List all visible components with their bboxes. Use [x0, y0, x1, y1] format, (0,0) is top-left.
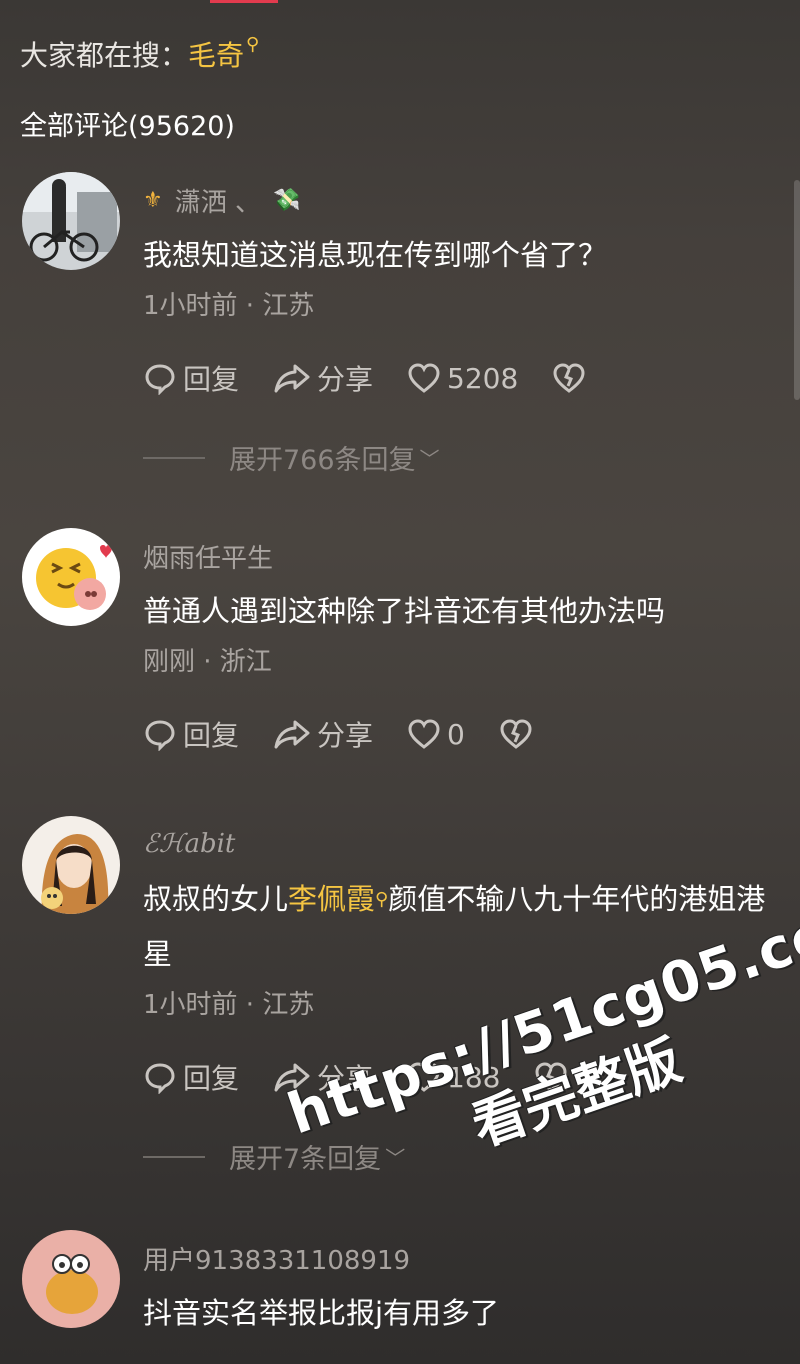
- like-button[interactable]: 188: [407, 1061, 500, 1094]
- reply-button[interactable]: 回复: [143, 1057, 239, 1097]
- comment-text-part: 叔叔的女儿: [143, 882, 289, 916]
- avatar[interactable]: [22, 172, 120, 270]
- share-icon: [274, 1063, 310, 1092]
- comment-meta: 刚刚 · 浙江: [143, 647, 272, 677]
- comment-text: 普通人遇到这种除了抖音还有其他办法吗: [143, 594, 666, 628]
- divider: [143, 456, 205, 459]
- mention-name[interactable]: 李佩霞: [288, 882, 375, 916]
- heart-icon: [408, 1062, 440, 1092]
- search-icon: ⚲: [246, 34, 260, 55]
- share-label: 分享: [317, 363, 374, 396]
- comment-user-line: 用户9138331108919: [143, 1240, 780, 1276]
- reply-icon: [145, 364, 175, 395]
- reply-button[interactable]: 回复: [143, 714, 239, 754]
- trending-search-prefix: 大家都在搜：: [20, 39, 189, 72]
- reply-button[interactable]: 回复: [143, 358, 239, 398]
- crown-badge-icon: ⚜: [143, 187, 163, 213]
- trending-search-term[interactable]: 毛奇: [188, 39, 244, 72]
- share-label: 分享: [317, 1062, 374, 1095]
- comment-username[interactable]: ℰℋabit: [143, 829, 235, 859]
- comment-user-line: 烟雨任平生: [143, 538, 780, 574]
- broken-heart-icon: [500, 719, 532, 749]
- avatar[interactable]: [22, 528, 120, 626]
- divider: [143, 1155, 205, 1158]
- reply-label: 回复: [183, 363, 240, 396]
- trending-search-link[interactable]: 毛奇 ⚲: [188, 34, 259, 72]
- like-count: 5208: [447, 361, 519, 395]
- comment-username[interactable]: 用户9138331108919: [143, 1240, 410, 1277]
- comment-text: 叔叔的女儿李佩霞⚲颜值不输八九十年代的港姐港星: [143, 872, 780, 982]
- comment-username[interactable]: 潇洒 、: [175, 182, 261, 219]
- comment-actions: 回复 分享 188: [143, 1057, 780, 1097]
- chevron-down-icon: ﹀: [385, 1146, 406, 1170]
- dislike-button[interactable]: [499, 718, 533, 750]
- expand-replies-button[interactable]: 展开7条回复 ﹀: [143, 1137, 780, 1176]
- top-accent-bar: [210, 0, 278, 3]
- broken-heart-icon: [553, 363, 585, 393]
- expand-replies-button[interactable]: 展开766条回复 ﹀: [143, 438, 780, 477]
- heart-icon: [408, 719, 440, 749]
- search-icon: ⚲: [375, 889, 389, 910]
- comment-meta: 1小时前 · 江苏: [143, 990, 315, 1020]
- reply-label: 回复: [183, 1062, 240, 1095]
- like-count: 188: [447, 1060, 501, 1094]
- mention-link[interactable]: 李佩霞⚲: [288, 882, 388, 916]
- share-button[interactable]: 分享: [273, 1057, 373, 1097]
- reply-icon: [145, 1063, 175, 1094]
- all-comments-header: 全部评论(95620): [20, 111, 235, 142]
- share-button[interactable]: 分享: [273, 358, 373, 398]
- broken-heart-icon: [535, 1062, 567, 1092]
- share-button[interactable]: 分享: [273, 714, 373, 754]
- dislike-button[interactable]: [552, 362, 586, 394]
- chevron-down-icon: ﹀: [419, 447, 440, 471]
- share-label: 分享: [317, 719, 374, 752]
- like-button[interactable]: 0: [407, 718, 465, 751]
- expand-replies-label: 展开7条回复: [229, 1144, 382, 1175]
- comment-actions: 回复 分享 5208: [143, 358, 780, 398]
- comment-text: 我想知道这消息现在传到哪个省了？: [143, 238, 608, 272]
- avatar[interactable]: [22, 1230, 120, 1328]
- heart-icon: [408, 363, 440, 393]
- comment-user-line: ⚜ 潇洒 、 💸: [143, 182, 780, 218]
- comment-username[interactable]: 烟雨任平生: [143, 538, 273, 575]
- share-icon: [274, 364, 310, 393]
- comment-actions: 回复 分享 0: [143, 714, 780, 754]
- comment-user-line: ℰℋabit: [143, 826, 780, 862]
- reply-icon: [145, 720, 175, 751]
- avatar[interactable]: [22, 816, 120, 914]
- like-count: 0: [447, 717, 465, 751]
- scrollbar[interactable]: [794, 180, 800, 400]
- comment-text: 抖音实名举报比报j有用多了: [143, 1296, 500, 1330]
- money-badge-icon: 💸: [273, 187, 301, 213]
- dislike-button[interactable]: [534, 1061, 568, 1093]
- comment-meta: 1小时前 · 江苏: [143, 291, 315, 321]
- trending-search: 大家都在搜：毛奇 ⚲: [20, 34, 259, 74]
- share-icon: [274, 720, 310, 749]
- like-button[interactable]: 5208: [407, 362, 518, 395]
- expand-replies-label: 展开766条回复: [229, 445, 416, 476]
- reply-label: 回复: [183, 719, 240, 752]
